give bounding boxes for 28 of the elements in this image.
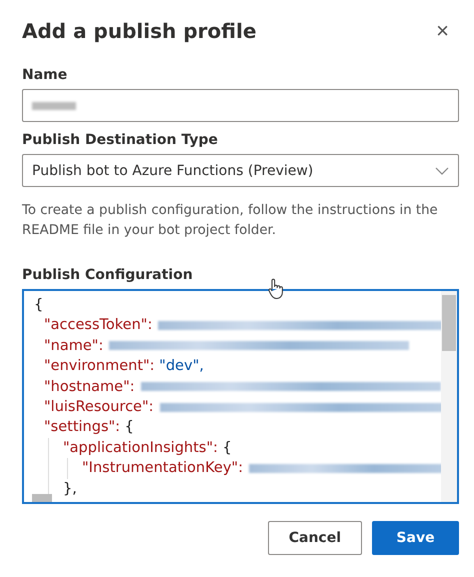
json-key: "hostname": [44, 376, 135, 397]
code-brace: { [124, 418, 134, 438]
save-button[interactable]: Save [372, 521, 459, 555]
code-brace: }, [63, 480, 77, 499]
json-key: "environment": [44, 356, 155, 377]
code-brace: { [34, 296, 44, 315]
scrollbar-thumb[interactable] [32, 494, 52, 502]
code-brace: { [222, 438, 232, 458]
json-key: "settings": [44, 417, 120, 438]
hand-cursor-icon [266, 278, 286, 300]
chevron-down-icon [435, 166, 449, 174]
dialog-title: Add a publish profile [22, 19, 256, 43]
field-label: Publish Destination Type [22, 132, 218, 148]
json-key: "name": [44, 336, 104, 356]
json-key: "applicationInsights": [63, 438, 218, 458]
cancel-button[interactable]: Cancel [268, 521, 362, 555]
json-value: "dev", [158, 357, 204, 376]
json-key: "InstrumentationKey": [82, 458, 243, 479]
close-button[interactable]: × [430, 18, 455, 44]
destination-dropdown[interactable]: Publish bot to Azure Functions (Preview) [22, 154, 459, 187]
description-text: To create a publish configuration, follow the instructions in the README file in your bot project folder. [22, 202, 439, 240]
json-key: "luisResource": [44, 396, 154, 418]
code-editor[interactable]: { "accessToken": "name": "environment": "dev", "hostname": "luisResource": "settings": { "applicationInsights": { "InstrumentationKey": }, [22, 289, 459, 504]
field-label: Publish Configuration [22, 267, 193, 283]
scrollbar[interactable] [441, 291, 457, 502]
field-label: Name [22, 67, 68, 83]
name-input[interactable] [22, 89, 459, 122]
json-key: "accessToken": [44, 315, 152, 336]
